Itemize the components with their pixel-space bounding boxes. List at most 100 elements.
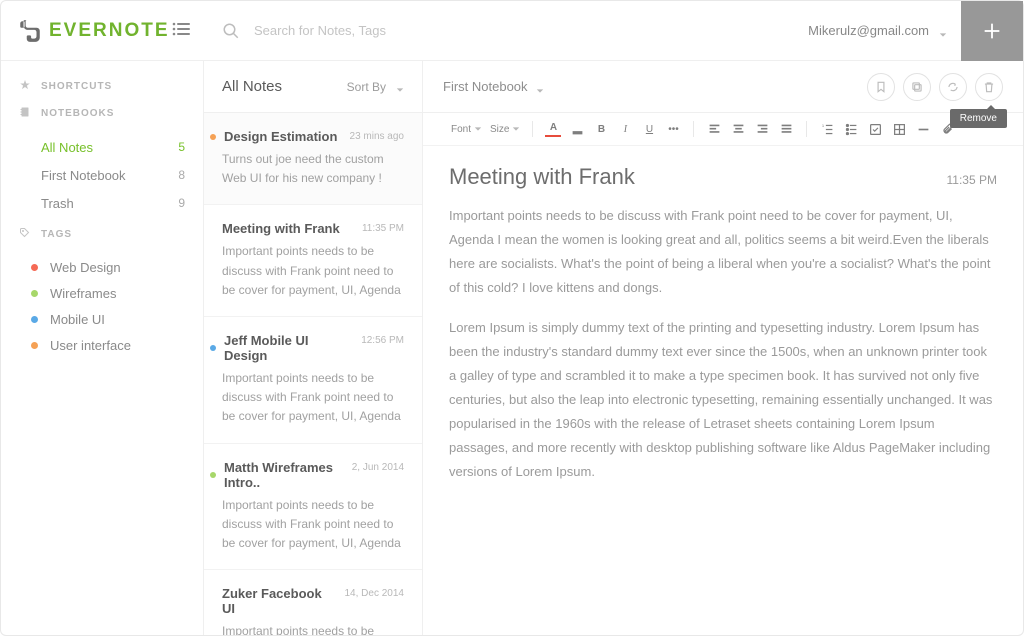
note-tag-dot [210, 134, 216, 140]
tag-icon [19, 227, 31, 242]
note-snippet: Important points needs to be discuss wit… [222, 369, 404, 427]
note-title: Matth Wireframes Intro.. [224, 460, 344, 490]
bullet-list-button[interactable] [843, 121, 859, 137]
sidebar-tag-item[interactable]: Mobile UI [31, 306, 185, 332]
evernote-logo-icon [17, 18, 43, 44]
note-snippet: Important points needs to be discuss wit… [222, 242, 404, 300]
tag-label: Mobile UI [50, 312, 105, 327]
chevron-down-icon [536, 83, 544, 91]
sidebar-tag-item[interactable]: User interface [31, 332, 185, 358]
align-right-button[interactable] [754, 121, 770, 137]
notebook-label: First Notebook [443, 79, 528, 94]
svg-text:1: 1 [822, 123, 825, 128]
hr-button[interactable] [915, 121, 931, 137]
delete-button[interactable] [975, 73, 1003, 101]
text-color-button[interactable]: A [545, 121, 561, 137]
notebook-label: Trash [41, 196, 74, 211]
editor-actions: Remove [867, 73, 1003, 101]
sidebar-shortcuts-heading[interactable]: SHORTCUTS [19, 79, 185, 94]
numbered-list-button[interactable]: 1 [819, 121, 835, 137]
editor-pane: First Notebook Remove Font Size [423, 61, 1023, 635]
sidebar: SHORTCUTS NOTEBOOKS All Notes5First Note… [1, 61, 204, 635]
account-menu[interactable]: Mikerulz@gmail.com [808, 23, 947, 38]
note-snippet: Important points needs to be discuss wit… [222, 496, 404, 554]
sidebar-notebook-item[interactable]: Trash 9 [41, 189, 185, 217]
chevron-down-icon [939, 27, 947, 35]
app-header: EVERNOTE Mikerulz@gmail.com [1, 1, 1023, 61]
hamburger-icon[interactable] [172, 22, 190, 39]
tag-color-dot [31, 290, 38, 297]
more-button[interactable]: ••• [665, 121, 681, 137]
note-item[interactable]: Jeff Mobile UI Design12:56 PMImportant p… [204, 317, 422, 444]
table-button[interactable] [891, 121, 907, 137]
sidebar-tag-item[interactable]: Wireframes [31, 280, 185, 306]
note-snippet: Turns out joe need the custom Web UI for… [222, 150, 404, 188]
align-center-button[interactable] [730, 121, 746, 137]
document-title[interactable]: Meeting with Frank [449, 164, 635, 190]
paragraph[interactable]: Lorem Ipsum is simply dummy text of the … [449, 316, 997, 484]
note-item[interactable]: Meeting with Frank 11:35 PM Important poin… [204, 205, 422, 317]
note-tag-dot [210, 472, 216, 478]
document-content[interactable]: Important points needs to be discuss wit… [449, 204, 997, 485]
note-title: Zuker Facebook UI [222, 586, 337, 616]
size-dropdown[interactable]: Size [490, 124, 520, 135]
bookmark-button[interactable] [867, 73, 895, 101]
search-icon [222, 22, 240, 40]
highlight-button[interactable] [569, 121, 585, 137]
account-email: Mikerulz@gmail.com [808, 23, 929, 38]
notebooks-label: NOTEBOOKS [41, 108, 114, 119]
paragraph[interactable]: Important points needs to be discuss wit… [449, 204, 997, 300]
search-input[interactable] [254, 23, 554, 38]
editor-header: First Notebook Remove [423, 61, 1023, 113]
tag-color-dot [31, 264, 38, 271]
underline-button[interactable]: U [641, 121, 657, 137]
sidebar-notebook-item[interactable]: All Notes5 [41, 133, 185, 161]
chevron-down-icon [474, 125, 482, 133]
note-item[interactable]: Design Estimation23 mins agoTurns out jo… [204, 113, 422, 205]
notebook-list: All Notes5 First Notebook 8 Trash 9 [19, 133, 185, 217]
note-title: Design Estimation [224, 129, 337, 144]
notes-list[interactable]: Design Estimation23 mins agoTurns out jo… [204, 113, 422, 635]
tag-color-dot [31, 316, 38, 323]
align-left-button[interactable] [706, 121, 722, 137]
sidebar-tag-item[interactable]: Web Design [31, 254, 185, 280]
note-tag-dot [210, 345, 216, 351]
notes-header: All Notes Sort By [204, 61, 422, 113]
bold-button[interactable]: B [593, 121, 609, 137]
note-item[interactable]: Zuker Facebook UI14, Dec 2014Important p… [204, 570, 422, 635]
delete-tooltip: Remove [950, 109, 1007, 128]
notes-pane: All Notes Sort By Design Estimation23 mi… [204, 61, 423, 635]
notebook-count: 9 [178, 196, 185, 210]
note-time: 11:35 PM [362, 223, 404, 234]
italic-button[interactable]: I [617, 121, 633, 137]
shortcuts-label: SHORTCUTS [41, 81, 112, 92]
document-body[interactable]: Meeting with Frank 11:35 PM Important po… [423, 146, 1023, 519]
note-title: Meeting with Frank [222, 221, 340, 236]
tag-list: Web Design Wireframes Mobile UI User interf… [19, 254, 185, 358]
notebook-count: 5 [178, 140, 185, 154]
sidebar-notebooks-heading[interactable]: NOTEBOOKS [19, 106, 185, 121]
new-note-button[interactable] [961, 1, 1023, 61]
notebook-label: First Notebook [41, 168, 126, 183]
align-justify-button[interactable] [778, 121, 794, 137]
sidebar-tags-heading[interactable]: TAGS [19, 227, 185, 242]
share-button[interactable] [939, 73, 967, 101]
star-icon [19, 79, 31, 94]
tag-label: Wireframes [50, 286, 116, 301]
checklist-button[interactable] [867, 121, 883, 137]
notes-title: All Notes [222, 78, 282, 95]
notebook-select[interactable]: First Notebook [443, 79, 544, 94]
sidebar-notebook-item[interactable]: First Notebook 8 [41, 161, 185, 189]
sort-by-dropdown[interactable]: Sort By [347, 80, 404, 94]
tags-label: TAGS [41, 229, 72, 240]
chevron-down-icon [396, 83, 404, 91]
copy-button[interactable] [903, 73, 931, 101]
search-area [204, 22, 808, 40]
tag-label: User interface [50, 338, 131, 353]
note-time: 14, Dec 2014 [345, 588, 405, 599]
font-dropdown[interactable]: Font [451, 124, 482, 135]
sort-label: Sort By [347, 80, 386, 94]
note-item[interactable]: Matth Wireframes Intro..2, Jun 2014Impor… [204, 444, 422, 571]
notebook-count: 8 [178, 168, 185, 182]
document-timestamp: 11:35 PM [947, 173, 997, 187]
